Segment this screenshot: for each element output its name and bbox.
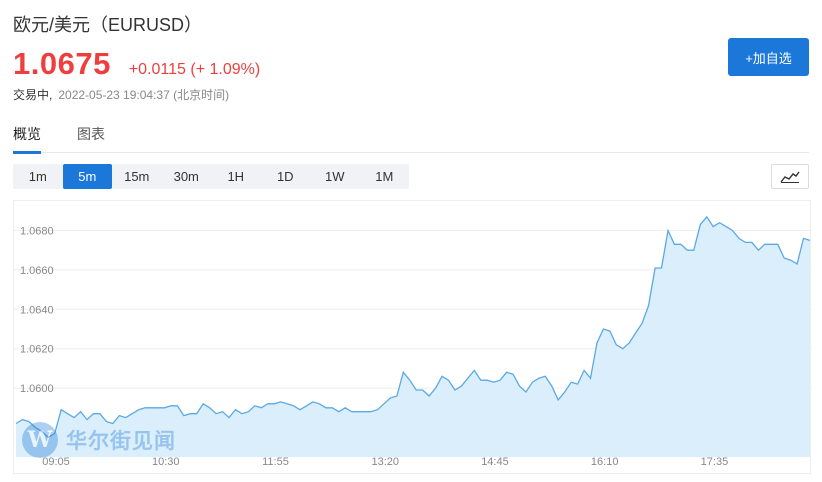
period-1m[interactable]: 1m <box>13 164 63 189</box>
watermark-logo: W <box>22 422 58 458</box>
period-1w[interactable]: 1W <box>310 164 360 189</box>
add-watchlist-button[interactable]: +加自选 <box>728 38 809 76</box>
x-tick-label: 16:10 <box>591 456 619 468</box>
change-percent: (+ 1.09%) <box>190 61 261 78</box>
watermark: W 华尔街见闻 <box>22 422 176 458</box>
period-selector: 1m 5m 15m 30m 1H 1D 1W 1M <box>13 164 409 189</box>
x-tick-label: 17:35 <box>701 456 729 468</box>
current-price: 1.0675 <box>13 46 111 81</box>
chart-type-toggle[interactable] <box>771 164 809 189</box>
period-15m[interactable]: 15m <box>112 164 162 189</box>
y-tick-label: 1.0660 <box>20 265 54 277</box>
x-tick-label: 13:20 <box>371 456 399 468</box>
timestamp: 2022-05-23 19:04:37 (北京时间) <box>58 88 230 102</box>
y-tick-label: 1.0680 <box>20 226 54 238</box>
period-30m[interactable]: 30m <box>162 164 212 189</box>
period-5m[interactable]: 5m <box>62 164 112 189</box>
tab-bar: 概览 图表 <box>13 124 809 154</box>
trade-status: 交易中, 2022-05-23 19:04:37 (北京时间) <box>13 86 229 103</box>
price-row: 1.0675 +0.0115 (+ 1.09%) <box>13 46 260 82</box>
y-tick-label: 1.0640 <box>20 304 54 316</box>
y-tick-label: 1.0620 <box>20 344 54 356</box>
period-1h[interactable]: 1H <box>211 164 261 189</box>
status-label: 交易中, <box>13 88 53 102</box>
y-tick-label: 1.0600 <box>20 383 54 395</box>
line-chart-icon <box>780 171 800 183</box>
page-title: 欧元/美元（EURUSD） <box>13 15 203 35</box>
tab-overview[interactable]: 概览 <box>13 124 77 154</box>
change-value: +0.0115 <box>128 61 186 78</box>
price-area <box>16 216 810 457</box>
tab-chart[interactable]: 图表 <box>77 124 141 153</box>
period-1d[interactable]: 1D <box>261 164 311 189</box>
watermark-text: 华尔街见闻 <box>66 428 176 453</box>
x-tick-label: 11:55 <box>262 456 289 468</box>
x-tick-label: 14:45 <box>481 456 509 468</box>
price-change: +0.0115 (+ 1.09%) <box>129 61 260 79</box>
period-1mo[interactable]: 1M <box>360 164 410 189</box>
